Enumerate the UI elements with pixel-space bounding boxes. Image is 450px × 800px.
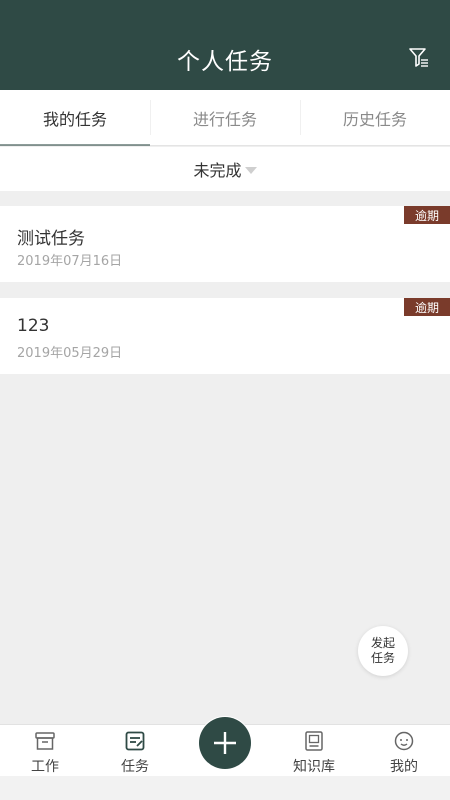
- add-button[interactable]: [199, 717, 251, 769]
- overdue-badge: 逾期: [404, 298, 450, 316]
- nav-item-knowledge-base[interactable]: 知识库: [279, 725, 349, 777]
- task-card[interactable]: 123 2019年05月29日 逾期: [0, 298, 450, 374]
- profile-icon: [394, 731, 414, 751]
- nav-label-tasks: 任务: [121, 759, 149, 775]
- filter-button[interactable]: [408, 46, 430, 68]
- system-bottom-strip: [0, 776, 450, 800]
- overdue-badge: 逾期: [404, 206, 450, 224]
- nav-label-profile: 我的: [390, 759, 418, 775]
- filter-icon: [409, 48, 428, 67]
- launch-task-button[interactable]: 发起 任务: [358, 626, 408, 676]
- task-title: 测试任务: [17, 229, 85, 249]
- page-title: 个人任务: [177, 49, 273, 75]
- plus-icon: [214, 732, 236, 754]
- caret-down-icon: [244, 166, 257, 174]
- nav-label-work: 工作: [31, 759, 59, 775]
- task-date: 2019年07月16日: [17, 254, 123, 269]
- nav-center-ring: [198, 716, 252, 770]
- status-filter-dropdown[interactable]: 未完成: [0, 147, 450, 191]
- launch-task-label-line2: 任务: [370, 651, 395, 665]
- tab-my-tasks[interactable]: 我的任务: [0, 90, 150, 146]
- task-tabs: 我的任务 进行任务 历史任务: [0, 90, 450, 146]
- task-title: 123: [17, 316, 50, 336]
- header-bar: 个人任务: [0, 0, 450, 90]
- task-icon: [125, 731, 145, 751]
- briefcase-icon: [35, 732, 55, 750]
- task-date: 2019年05月29日: [17, 346, 123, 361]
- task-card[interactable]: 测试任务 2019年07月16日 逾期: [0, 206, 450, 282]
- tab-history-tasks[interactable]: 历史任务: [300, 90, 450, 145]
- nav-item-tasks[interactable]: 任务: [100, 725, 170, 777]
- status-filter-value: 未完成: [193, 161, 242, 180]
- nav-label-knowledge-base: 知识库: [293, 759, 335, 775]
- nav-item-profile[interactable]: 我的: [369, 725, 439, 777]
- book-icon: [305, 731, 323, 751]
- nav-item-work[interactable]: 工作: [10, 725, 80, 777]
- launch-task-label-line1: 发起: [370, 636, 395, 650]
- tab-ongoing-tasks[interactable]: 进行任务: [150, 90, 300, 145]
